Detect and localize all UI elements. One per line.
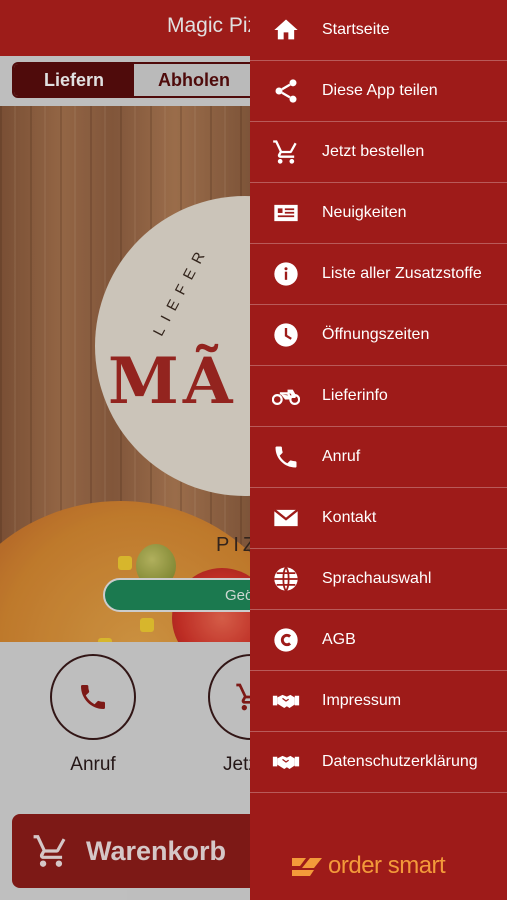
- clock-icon: [250, 321, 322, 349]
- menu-item-label: Startseite: [322, 21, 390, 38]
- news-icon: [250, 199, 322, 227]
- menu-item-label: Kontakt: [322, 509, 377, 526]
- menu-item-order-now[interactable]: Jetzt bestellen: [250, 122, 507, 183]
- corn-topping: [118, 556, 132, 570]
- call-action-circle[interactable]: [50, 654, 136, 740]
- menu-item-label: Öffnungszeiten: [322, 326, 430, 343]
- cart-icon: [33, 835, 66, 867]
- open-status-text: Geö: [225, 586, 250, 604]
- phone-icon: [250, 443, 322, 471]
- order-smart-logo-text: order smart: [328, 852, 446, 879]
- menu-item-contact[interactable]: Kontakt: [250, 488, 507, 549]
- quick-actions: Anruf Jetzt b: [0, 642, 294, 806]
- menu-item-language[interactable]: Sprachauswahl: [250, 549, 507, 610]
- logo-text: MÃ: [108, 344, 237, 419]
- home-icon: [250, 16, 322, 44]
- menu-item-label: Neuigkeiten: [322, 204, 407, 221]
- delivery-tab[interactable]: Liefern: [14, 64, 134, 96]
- copyright-icon: [250, 626, 322, 654]
- logo-subtitle: PIZ: [216, 534, 250, 556]
- handshake-icon: [250, 687, 322, 715]
- order-smart-logo-icon: [292, 858, 322, 876]
- menu-item-label: Datenschutzerklärung: [322, 753, 478, 770]
- menu-item-label: Sprachauswahl: [322, 570, 432, 587]
- globe-icon: [250, 565, 322, 593]
- menu-item-label: Diese App teilen: [322, 82, 438, 99]
- cart-button-label: Warenkorb: [86, 835, 227, 866]
- menu-item-label: Liste aller Zusatzstoffe: [322, 265, 482, 282]
- phone-icon: [81, 685, 105, 709]
- app-title: Magic Piz: [167, 14, 259, 37]
- menu-item-opening-hours[interactable]: Öffnungszeiten: [250, 305, 507, 366]
- handshake-icon: [250, 748, 322, 776]
- menu-item-delivery-info[interactable]: Lieferinfo: [250, 366, 507, 427]
- order-mode-toggle: Liefern Abholen: [12, 62, 256, 98]
- menu-item-imprint[interactable]: Impressum: [250, 671, 507, 732]
- info-icon: [250, 260, 322, 288]
- menu-item-label: Jetzt bestellen: [322, 143, 425, 160]
- hero-image: LIEFER MÃ PIZ Geö: [0, 106, 250, 642]
- menu-item-label: Lieferinfo: [322, 387, 388, 404]
- menu-item-call[interactable]: Anruf: [250, 427, 507, 488]
- open-status-badge: Geö: [103, 578, 250, 612]
- call-action[interactable]: Anruf: [28, 654, 158, 776]
- pickup-tab[interactable]: Abholen: [134, 64, 254, 96]
- call-action-label: Anruf: [70, 754, 116, 775]
- motorcycle-icon: [250, 382, 322, 410]
- menu-item-additives[interactable]: Liste aller Zusatzstoffe: [250, 244, 507, 305]
- menu-item-news[interactable]: Neuigkeiten: [250, 183, 507, 244]
- menu-item-share[interactable]: Diese App teilen: [250, 61, 507, 122]
- menu-item-label: Impressum: [322, 692, 402, 709]
- menu-item-home[interactable]: Startseite: [250, 0, 507, 61]
- mail-icon: [250, 504, 322, 532]
- side-drawer: Startseite Diese App teilen Jetzt bestel…: [250, 0, 507, 900]
- share-icon: [250, 77, 322, 105]
- menu-item-label: AGB: [322, 631, 356, 648]
- cart-icon: [250, 138, 322, 166]
- order-smart-logo: order smart: [290, 852, 446, 880]
- menu-item-label: Anruf: [322, 448, 361, 465]
- corn-topping: [140, 618, 154, 632]
- menu-item-privacy[interactable]: Datenschutzerklärung: [250, 732, 507, 793]
- menu-item-terms[interactable]: AGB: [250, 610, 507, 671]
